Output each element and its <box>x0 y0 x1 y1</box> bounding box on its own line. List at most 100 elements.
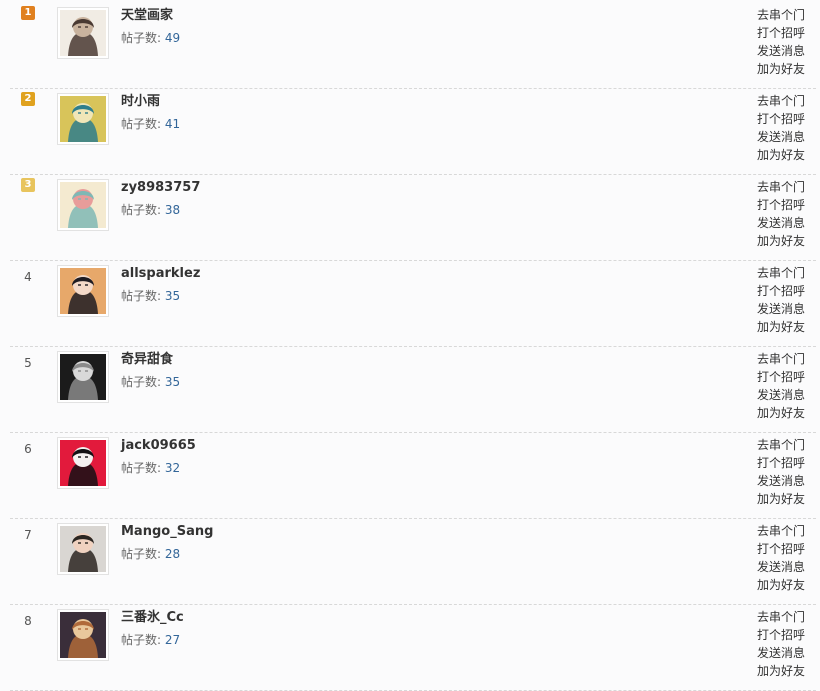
username-link[interactable]: allsparklez <box>121 266 200 282</box>
visit-home-link[interactable]: 去串个门 <box>757 608 811 626</box>
username-link[interactable]: jack09665 <box>121 438 196 454</box>
rank-medal-badge: 2 <box>21 92 35 106</box>
rank-number: 4 <box>24 270 32 284</box>
post-count-label: 帖子数: <box>121 547 162 561</box>
add-friend-link[interactable]: 加为好友 <box>757 146 811 164</box>
user-avatar[interactable] <box>57 351 109 403</box>
post-count-label: 帖子数: <box>121 203 162 217</box>
avatar-image <box>60 96 106 142</box>
avatar-image <box>60 440 106 486</box>
user-avatar[interactable] <box>57 7 109 59</box>
say-hello-link[interactable]: 打个招呼 <box>757 282 811 300</box>
post-count-value: 41 <box>164 117 181 131</box>
ranking-row: 4 allsparklez 帖子数: 35 去串个门 打个招呼 发送消息 加为好友 <box>10 261 816 347</box>
avatar-image <box>60 612 106 658</box>
ranking-row: 2 时小雨帖子数: 41 去串个门 打个招呼 发送消息 加为好友 <box>10 89 816 175</box>
post-count: 帖子数: 35 <box>121 374 180 390</box>
send-message-link[interactable]: 发送消息 <box>757 128 811 146</box>
user-actions: 去串个门 打个招呼 发送消息 加为好友 <box>757 522 811 594</box>
post-count: 帖子数: 27 <box>121 632 180 648</box>
add-friend-link[interactable]: 加为好友 <box>757 576 811 594</box>
add-friend-link[interactable]: 加为好友 <box>757 404 811 422</box>
say-hello-link[interactable]: 打个招呼 <box>757 110 811 128</box>
avatar-image <box>60 10 106 56</box>
send-message-link[interactable]: 发送消息 <box>757 472 811 490</box>
rank-number: 5 <box>24 356 32 370</box>
say-hello-link[interactable]: 打个招呼 <box>757 24 811 42</box>
add-friend-link[interactable]: 加为好友 <box>757 232 811 250</box>
send-message-link[interactable]: 发送消息 <box>757 558 811 576</box>
add-friend-link[interactable]: 加为好友 <box>757 318 811 336</box>
rank-number: 8 <box>24 614 32 628</box>
say-hello-link[interactable]: 打个招呼 <box>757 626 811 644</box>
rank-number: 6 <box>24 442 32 456</box>
post-count-value: 35 <box>164 289 181 303</box>
username-link[interactable]: 时小雨 <box>121 94 160 110</box>
visit-home-link[interactable]: 去串个门 <box>757 264 811 282</box>
send-message-link[interactable]: 发送消息 <box>757 214 811 232</box>
rank-medal-badge: 1 <box>21 6 35 20</box>
ranking-row: 3 zy8983757 帖子数: 38 去串个门 打个招呼 发送消息 加为好友 <box>10 175 816 261</box>
user-actions: 去串个门 打个招呼 发送消息 加为好友 <box>757 264 811 336</box>
user-avatar[interactable] <box>57 437 109 489</box>
send-message-link[interactable]: 发送消息 <box>757 644 811 662</box>
visit-home-link[interactable]: 去串个门 <box>757 92 811 110</box>
user-avatar[interactable] <box>57 523 109 575</box>
username-link[interactable]: 奇异甜食 <box>121 352 173 368</box>
avatar-image <box>60 526 106 572</box>
avatar-image <box>60 182 106 228</box>
ranking-list: 1 天堂画家 帖子数: 49 去串个门 打个招呼 发送消息 加为好友 2 时小雨 帖子数: 41 去… <box>0 0 820 691</box>
post-count: 帖子数: 38 <box>121 202 180 218</box>
user-avatar[interactable] <box>57 93 109 145</box>
visit-home-link[interactable]: 去串个门 <box>757 436 811 454</box>
post-count-label: 帖子数: <box>121 117 162 131</box>
post-count-label: 帖子数: <box>121 375 162 389</box>
say-hello-link[interactable]: 打个招呼 <box>757 454 811 472</box>
username-link[interactable]: zy8983757 <box>121 180 200 196</box>
user-actions: 去串个门 打个招呼 发送消息 加为好友 <box>757 436 811 508</box>
post-count: 帖子数: 41 <box>121 116 180 132</box>
add-friend-link[interactable]: 加为好友 <box>757 490 811 508</box>
user-actions: 去串个门 打个招呼 发送消息 加为好友 <box>757 92 811 164</box>
username-link[interactable]: Mango_Sang <box>121 524 213 540</box>
ranking-row: 1 天堂画家 帖子数: 49 去串个门 打个招呼 发送消息 加为好友 <box>10 3 816 89</box>
ranking-row: 5 奇异甜食帖子数: 35 去串个门 打个招呼 发送消息 加为好友 <box>10 347 816 433</box>
user-avatar[interactable] <box>57 609 109 661</box>
ranking-row: 8 三番氷_Cc 帖子数: 27 去串个门 打个招呼 发送消息 加为好友 <box>10 605 816 691</box>
avatar-image <box>60 354 106 400</box>
post-count-label: 帖子数: <box>121 31 162 45</box>
avatar-image <box>60 268 106 314</box>
send-message-link[interactable]: 发送消息 <box>757 300 811 318</box>
username-link[interactable]: 三番氷_Cc <box>121 610 184 626</box>
ranking-row: 7 Mango_Sang 帖子数: 28 去串个门 打个招呼 发送消息 加为好友 <box>10 519 816 605</box>
user-actions: 去串个门 打个招呼 发送消息 加为好友 <box>757 178 811 250</box>
rank-medal-badge: 3 <box>21 178 35 192</box>
post-count-value: 28 <box>164 547 181 561</box>
post-count: 帖子数: 32 <box>121 460 180 476</box>
say-hello-link[interactable]: 打个招呼 <box>757 196 811 214</box>
visit-home-link[interactable]: 去串个门 <box>757 6 811 24</box>
visit-home-link[interactable]: 去串个门 <box>757 522 811 540</box>
post-count-value: 35 <box>164 375 181 389</box>
post-count-value: 32 <box>164 461 181 475</box>
visit-home-link[interactable]: 去串个门 <box>757 178 811 196</box>
visit-home-link[interactable]: 去串个门 <box>757 350 811 368</box>
say-hello-link[interactable]: 打个招呼 <box>757 368 811 386</box>
post-count: 帖子数: 28 <box>121 546 180 562</box>
post-count-value: 27 <box>164 633 181 647</box>
rank-number: 7 <box>24 528 32 542</box>
post-count-value: 38 <box>164 203 181 217</box>
user-avatar[interactable] <box>57 179 109 231</box>
user-actions: 去串个门 打个招呼 发送消息 加为好友 <box>757 608 811 680</box>
post-count-label: 帖子数: <box>121 461 162 475</box>
username-link[interactable]: 天堂画家 <box>121 8 173 24</box>
post-count: 帖子数: 35 <box>121 288 180 304</box>
add-friend-link[interactable]: 加为好友 <box>757 662 811 680</box>
say-hello-link[interactable]: 打个招呼 <box>757 540 811 558</box>
add-friend-link[interactable]: 加为好友 <box>757 60 811 78</box>
user-actions: 去串个门 打个招呼 发送消息 加为好友 <box>757 6 811 78</box>
send-message-link[interactable]: 发送消息 <box>757 42 811 60</box>
send-message-link[interactable]: 发送消息 <box>757 386 811 404</box>
ranking-row: 6 jack09665 帖子数: 32 去串个门 打个招呼 发送消息 加为好友 <box>10 433 816 519</box>
user-avatar[interactable] <box>57 265 109 317</box>
